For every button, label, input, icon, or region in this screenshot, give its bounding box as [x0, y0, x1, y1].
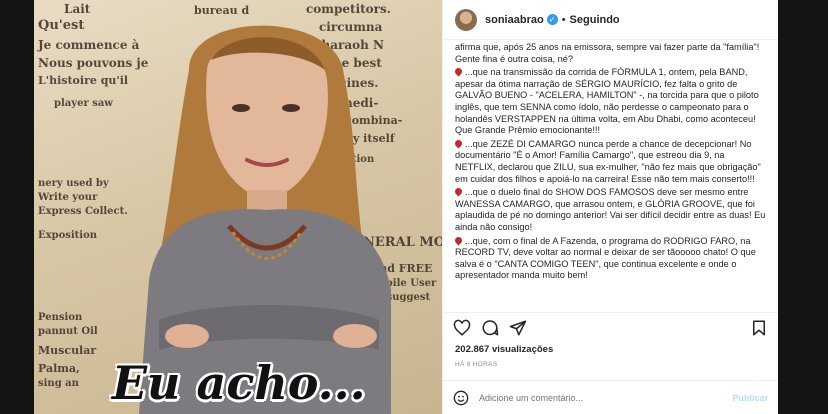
overlay-caption: Eu acho... [112, 356, 366, 410]
newsprint-text: Palma, [38, 362, 80, 375]
bookmark-icon[interactable] [750, 319, 768, 337]
comment-icon[interactable] [481, 319, 499, 337]
action-bar [443, 312, 778, 342]
caption-paragraph: ...que o duelo final do SHOW DOS FAMOSOS… [453, 186, 766, 232]
post-header: soniaabrao ✓ • Seguindo [443, 0, 778, 40]
caption-paragraph: ...que ZEZÉ DI CAMARGO nunca perde a cha… [453, 138, 761, 184]
caption-paragraph: afirma que, após 25 anos na emissora, se… [455, 42, 760, 64]
pin-icon [453, 66, 464, 77]
newsprint-text: sing an [38, 378, 79, 389]
pin-icon [453, 138, 464, 149]
newsprint-text: pannut Oil [38, 326, 98, 337]
verified-badge-icon: ✓ [546, 14, 558, 25]
newsprint-text: Express Collect. [38, 206, 128, 217]
newsprint-text: nery used by [38, 178, 109, 189]
newsprint-text: Je commence à [38, 38, 140, 52]
newsprint-text: Muscular [38, 344, 97, 357]
woman-portrait [139, 25, 391, 414]
comment-input[interactable] [479, 392, 733, 403]
share-icon[interactable] [509, 319, 527, 337]
post-sidebar: soniaabrao ✓ • Seguindo afirma que, após… [442, 0, 778, 414]
newsprint-text: Lait [64, 2, 91, 16]
newsprint-text: player saw [54, 98, 113, 109]
post-image[interactable]: Qu'est Je commence à Nous pouvons je L'h… [34, 0, 442, 414]
publish-button[interactable]: Publicar [732, 393, 768, 403]
pin-icon [453, 235, 464, 245]
pin-icon [453, 186, 464, 197]
newsprint-text: Pension [38, 312, 83, 323]
timestamp[interactable]: HÁ 8 HORAS [443, 361, 778, 368]
caption-text: afirma que, após 25 anos na emissora, se… [443, 40, 778, 312]
emoji-icon[interactable] [453, 390, 469, 406]
caption-paragraph: ...que, com o final de A Fazenda, o prog… [453, 235, 756, 281]
newsprint-text: Qu'est [38, 18, 85, 33]
separator-dot: • [561, 13, 566, 26]
heart-icon[interactable] [453, 319, 471, 337]
following-button[interactable]: Seguindo [570, 14, 620, 26]
newsprint-text: Write your [38, 192, 98, 203]
view-count[interactable]: 202.867 visualizações [443, 344, 778, 355]
username-link[interactable]: soniaabrao [485, 14, 544, 26]
avatar[interactable] [455, 8, 477, 31]
caption-paragraph: ...que na transmissão da corrida de FÓRM… [453, 66, 759, 136]
post-modal: Qu'est Je commence à Nous pouvons je L'h… [34, 0, 778, 414]
newsprint-text: Exposition [38, 230, 98, 241]
comment-bar: Publicar [443, 380, 778, 414]
newsprint-text: L'histoire qu'il [38, 74, 129, 87]
